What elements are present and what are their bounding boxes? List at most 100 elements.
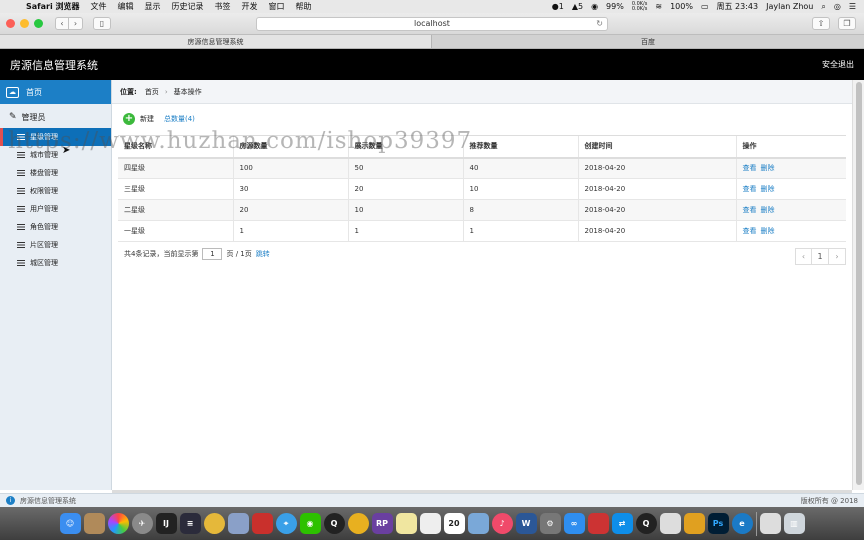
textedit-icon[interactable]	[419, 513, 441, 534]
menu-file[interactable]: 文件	[91, 1, 107, 12]
photos-icon[interactable]	[107, 513, 129, 534]
qq-icon[interactable]: Q	[635, 513, 657, 534]
preview-icon[interactable]	[467, 513, 489, 534]
spotlight-icon[interactable]: ⌕	[821, 2, 825, 12]
sheets-icon[interactable]	[683, 513, 705, 534]
add-icon[interactable]: +	[123, 113, 135, 125]
menu-view[interactable]: 显示	[145, 1, 161, 12]
baidu-netdisk-icon[interactable]: ∞	[563, 513, 585, 534]
delete-link[interactable]: 删除	[761, 227, 775, 235]
mac-menubar: Safari 浏览器 文件 编辑 显示 历史记录 书签 开发 窗口 帮助 ●1 …	[0, 0, 864, 13]
tab-overview-button[interactable]: ❐	[838, 17, 856, 30]
mail-app-icon[interactable]	[203, 513, 225, 534]
view-link[interactable]: 查看	[743, 185, 757, 193]
stat-percent[interactable]: 99%	[606, 2, 624, 11]
axure-icon[interactable]: RP	[371, 513, 393, 534]
user-name[interactable]: Jaylan Zhou	[766, 2, 813, 11]
bell-icon[interactable]: ●1	[552, 2, 564, 11]
delete-link[interactable]: 删除	[761, 164, 775, 172]
window-controls	[6, 19, 43, 28]
intellij-icon[interactable]: IJ	[155, 513, 177, 534]
cell-created: 2018-04-20	[577, 178, 736, 200]
sidebar-item-star-level[interactable]: 星级管理	[0, 128, 111, 146]
safari-icon[interactable]: ⌖	[275, 513, 297, 534]
next-page-button[interactable]: ›	[829, 248, 846, 265]
wechat-icon[interactable]: ◉	[299, 513, 321, 534]
reload-icon[interactable]: ↻	[596, 18, 603, 30]
sidebar-item-permission[interactable]: 权限管理	[0, 182, 111, 200]
chrome-icon[interactable]	[347, 513, 369, 534]
delete-link[interactable]: 删除	[761, 206, 775, 214]
view-link[interactable]: 查看	[743, 206, 757, 214]
tab-baidu[interactable]: 百度	[432, 35, 864, 48]
menu-develop[interactable]: 开发	[242, 1, 258, 12]
notes-app-icon[interactable]	[83, 513, 105, 534]
delete-link[interactable]: 删除	[761, 185, 775, 193]
logout-link[interactable]: 安全退出	[822, 59, 854, 70]
address-bar[interactable]: localhost ↻	[256, 17, 608, 31]
total-count[interactable]: 总数量(4)	[164, 114, 195, 124]
edge-icon[interactable]: e	[731, 513, 753, 534]
menu-history[interactable]: 历史记录	[172, 1, 204, 12]
menu-window[interactable]: 窗口	[269, 1, 285, 12]
siri-icon[interactable]: ◎	[834, 2, 841, 11]
cloud-icon: ☁	[6, 86, 19, 98]
redis-icon[interactable]	[251, 513, 273, 534]
menu-bookmarks[interactable]: 书签	[215, 1, 231, 12]
view-link[interactable]: 查看	[743, 227, 757, 235]
breadcrumb-home[interactable]: 首页	[145, 87, 159, 97]
database-icon[interactable]	[227, 513, 249, 534]
battery-icon[interactable]: ▭	[701, 2, 709, 11]
share-button[interactable]: ⇧	[812, 17, 830, 30]
list-icon	[17, 170, 25, 176]
dictionary-icon[interactable]	[587, 513, 609, 534]
calendar-icon[interactable]: 20	[443, 513, 465, 534]
sidebar-group-admin[interactable]: ✎ 管理员	[0, 106, 111, 128]
new-button[interactable]: 新建	[140, 114, 154, 124]
finder-icon[interactable]: ☺	[59, 513, 81, 534]
vertical-scrollbar[interactable]	[852, 80, 864, 490]
music-icon[interactable]: ♪	[491, 513, 513, 534]
page-1-button[interactable]: 1	[812, 248, 829, 265]
trash-icon[interactable]: ▥	[783, 513, 805, 534]
sidebar-item-user[interactable]: 用户管理	[0, 200, 111, 218]
datetime[interactable]: 周五 23:43	[717, 1, 759, 12]
forward-button[interactable]: ›	[69, 17, 83, 30]
page-number-input[interactable]: 1	[202, 248, 223, 260]
prev-page-button[interactable]: ‹	[795, 248, 812, 265]
view-link[interactable]: 查看	[743, 164, 757, 172]
sidebar-item-district[interactable]: 城区管理	[0, 254, 111, 272]
teamviewer-icon[interactable]: ⇄	[611, 513, 633, 534]
sidebar-toggle-button[interactable]: ▯	[93, 17, 111, 30]
system-prefs-icon[interactable]: ⚙	[539, 513, 561, 534]
zoom-window-button[interactable]	[34, 19, 43, 28]
minimize-window-button[interactable]	[20, 19, 29, 28]
back-button[interactable]: ‹	[55, 17, 69, 30]
menu-help[interactable]: 帮助	[296, 1, 312, 12]
menu-edit[interactable]: 编辑	[118, 1, 134, 12]
battery-level[interactable]: 100%	[670, 2, 693, 11]
sidebar-item-city[interactable]: 城市管理	[0, 146, 111, 164]
list-icon	[17, 206, 25, 212]
wechat-status-icon[interactable]: ◉	[591, 2, 598, 11]
menu-app-name[interactable]: Safari 浏览器	[26, 1, 80, 12]
sidebar-item-area[interactable]: 片区管理	[0, 236, 111, 254]
launchpad-icon[interactable]: ✈	[131, 513, 153, 534]
stickies-icon[interactable]	[395, 513, 417, 534]
close-window-button[interactable]	[6, 19, 15, 28]
tab-house-system[interactable]: 房源信息管理系统	[0, 35, 432, 48]
sidebar-item-building[interactable]: 楼盘管理	[0, 164, 111, 182]
photoshop-icon[interactable]: Ps	[707, 513, 729, 534]
scrollbar-thumb[interactable]	[856, 82, 862, 485]
sublime-icon[interactable]: ≡	[179, 513, 201, 534]
script-editor-icon[interactable]	[659, 513, 681, 534]
word-icon[interactable]: W	[515, 513, 537, 534]
qq-icon[interactable]: Q	[323, 513, 345, 534]
jump-link[interactable]: 跳转	[256, 249, 270, 259]
notification-center-icon[interactable]: ☰	[849, 2, 856, 11]
notify-icon[interactable]: ▲5	[572, 2, 583, 11]
downloads-icon[interactable]	[759, 513, 781, 534]
wifi-icon[interactable]: ≋	[655, 2, 662, 11]
sidebar-item-role[interactable]: 角色管理	[0, 218, 111, 236]
sidebar-home[interactable]: ☁ 首页	[0, 80, 111, 104]
